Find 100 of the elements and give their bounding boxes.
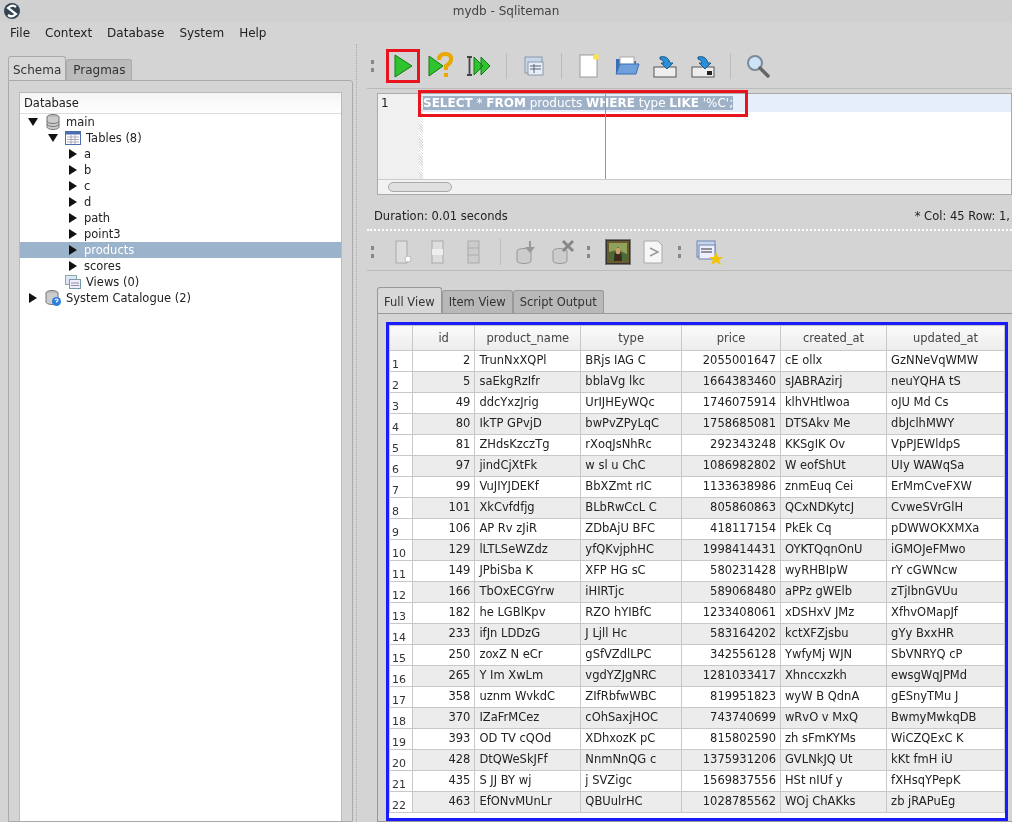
expand-arrow-icon[interactable] [68,165,78,175]
tree-label: a [84,147,92,161]
run-button[interactable] [386,49,420,83]
table-cell: ddcYxzJrig [474,392,581,414]
tree-item[interactable]: Views (0) [20,274,341,290]
row-header[interactable]: 1 [389,350,413,372]
duration-label: Duration: 0.01 seconds [374,209,508,223]
column-header[interactable]: type [580,325,682,351]
table-cell: XfhvOMapJf [886,602,1005,624]
expand-arrow-icon[interactable] [68,229,78,239]
tree-item[interactable]: Tables (8) [20,130,341,146]
row-header[interactable]: 3 [389,392,413,414]
row-header[interactable]: 14 [389,623,413,645]
table-cell: OD TV cQOd [474,728,581,750]
table-cell: SbVNRYQ cP [886,644,1005,666]
expand-arrow-icon[interactable] [68,213,78,223]
column-header[interactable]: product_name [474,325,581,351]
expand-arrow-icon[interactable] [68,149,78,159]
expand-arrow-icon[interactable] [68,197,78,207]
view-tab[interactable]: Item View [441,290,513,313]
table-cell: 2055001647 [681,350,781,372]
tree-item[interactable]: d [20,194,341,210]
tree-label: b [84,163,92,177]
tree-label: main [66,115,95,129]
table-cell: fXHsqYPepK [886,770,1005,792]
line-number: 1 [381,96,389,110]
expand-arrow-icon[interactable] [28,293,38,303]
row-header[interactable]: 22 [389,791,413,813]
tree-item[interactable]: b [20,162,341,178]
table-cell: 1569837556 [681,770,781,792]
column-header[interactable]: price [681,325,781,351]
panel-tab[interactable]: Pragmas [66,59,133,80]
view-tab[interactable]: Script Output [512,290,604,313]
row-header[interactable]: 15 [389,644,413,666]
expand-arrow-icon[interactable] [68,261,78,271]
row-header[interactable]: 16 [389,665,413,687]
expand-arrow-icon[interactable] [68,245,78,255]
cursor-position: * Col: 45 Row: 1, [914,209,1010,223]
row-header[interactable]: 19 [389,728,413,750]
collapse-arrow-icon[interactable] [28,117,38,127]
table-cell: 2 [412,350,475,372]
row-header[interactable]: 12 [389,581,413,603]
tree-label: d [84,195,92,209]
table-cell: 358 [412,686,475,708]
row-header[interactable]: 6 [389,455,413,477]
row-header[interactable]: 17 [389,686,413,708]
tree-item[interactable]: System Catalogue (2) [20,290,341,306]
tree-item[interactable]: scores [20,258,341,274]
menu-item[interactable]: System [173,26,234,40]
sql-editor[interactable]: 1 SELECT* FROM products WHERE type LIKE '%C'; [377,93,1012,195]
tree-label: c [84,179,91,193]
tree-item[interactable]: path [20,210,341,226]
table-cell: XDhxozK pC [580,728,682,750]
view-tab[interactable]: Full View [377,287,442,313]
row-header[interactable]: 5 [389,434,413,456]
column-header[interactable]: updated_at [886,325,1005,351]
tree-item[interactable]: main [20,114,341,130]
row-header[interactable]: 9 [389,518,413,540]
table-cell: klhVHtlwoa [780,392,887,414]
tree-item[interactable]: c [20,178,341,194]
table-cell: wyRHBIpW [780,560,887,582]
column-header[interactable]: created_at [780,325,887,351]
database-icon [44,113,62,131]
table-cell: j SVZigc [580,770,682,792]
menu-item[interactable]: File [4,26,40,40]
row-header[interactable]: 10 [389,539,413,561]
table-cell: ZDbAjU BFC [580,518,682,540]
table-cell: zh sFmKYMs [780,728,887,750]
row-header[interactable]: 18 [389,707,413,729]
row-header[interactable]: 8 [389,497,413,519]
table-cell: 81 [412,434,475,456]
table-cell: ZIfRbfwWBC [580,686,682,708]
expand-arrow-icon[interactable] [68,181,78,191]
row-header[interactable]: 20 [389,749,413,771]
table-cell: uznm WvkdC [474,686,581,708]
tree-label: path [84,211,111,225]
row-header[interactable]: 13 [389,602,413,624]
tree-item[interactable]: a [20,146,341,162]
table-cell: xDSHxV JMz [780,602,887,624]
table-cell: pDWWOKXMXa [886,518,1005,540]
table-cell: YwfyMj WJN [780,644,887,666]
row-header[interactable]: 11 [389,560,413,582]
table-cell: 418117154 [681,518,781,540]
row-header[interactable]: 21 [389,770,413,792]
row-header[interactable]: 4 [389,413,413,435]
collapse-arrow-icon[interactable] [48,133,58,143]
table-cell: VpPJEWldpS [886,434,1005,456]
table-icon [64,129,82,147]
table-cell: cE ollx [780,350,887,372]
row-header[interactable]: 7 [389,476,413,498]
menu-item[interactable]: Context [39,26,102,40]
menu-item[interactable]: Database [101,26,174,40]
tree-item[interactable]: point3 [20,226,341,242]
table-cell: TrunNxXQPl [474,350,581,372]
column-header[interactable]: id [412,325,475,351]
table-cell: rXoqJsNhRc [580,434,682,456]
row-header[interactable]: 2 [389,371,413,393]
menu-item[interactable]: Help [233,26,276,40]
panel-tab[interactable]: Schema [8,56,67,80]
horizontal-scrollbar[interactable] [378,179,1011,194]
